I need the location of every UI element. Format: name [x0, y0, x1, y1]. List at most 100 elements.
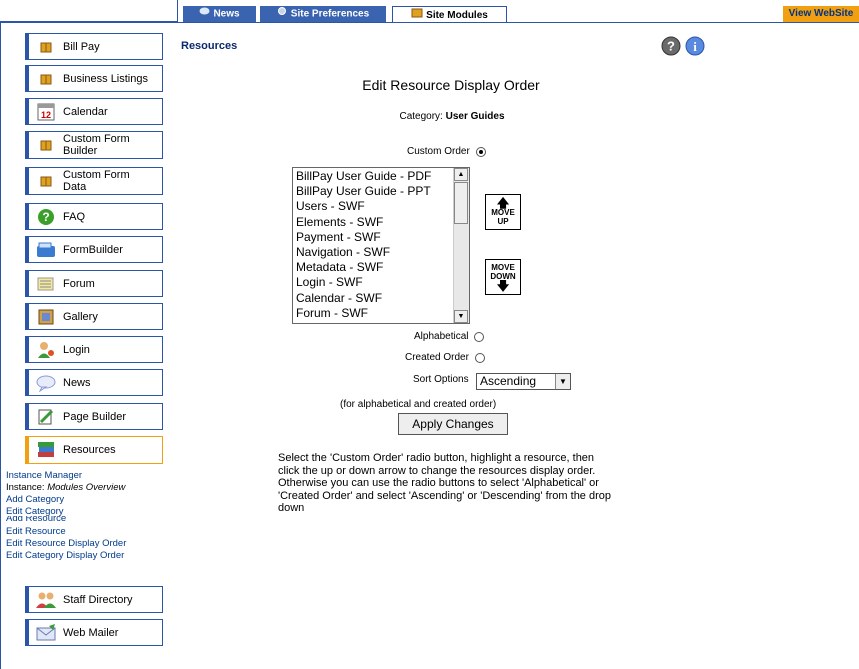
link-edit-resource[interactable]: Edit Resource	[6, 526, 66, 537]
login-icon	[35, 340, 57, 360]
module-news[interactable]: News	[25, 369, 163, 396]
box-icon	[35, 135, 57, 155]
created-order-label: Created Order	[405, 352, 469, 363]
module-formbuilder[interactable]: FormBuilder	[25, 236, 163, 263]
list-item[interactable]: Metadata - SWF	[296, 260, 431, 275]
listbox-scrollbar[interactable]: ▲ ▼	[453, 168, 469, 323]
staff-icon	[35, 590, 57, 610]
alphabetical-row: Alphabetical	[414, 331, 485, 342]
formbuilder-icon	[35, 240, 57, 260]
move-down-button[interactable]: MOVE DOWN 🡇	[485, 259, 521, 295]
tab-site-preferences[interactable]: Site Preferences	[260, 6, 386, 22]
module-label: Custom Form Data	[63, 169, 130, 193]
module-label: Resources	[63, 444, 116, 456]
resources-icon	[35, 440, 57, 460]
link-instance-manager[interactable]: Instance Manager	[6, 470, 82, 481]
move-up-button[interactable]: 🡅 MOVE UP	[485, 194, 521, 230]
module-label: FAQ	[63, 210, 86, 223]
list-item[interactable]: Payment - SWF	[296, 230, 431, 245]
module-label: Staff Directory	[63, 593, 133, 606]
list-item[interactable]: Users - SWF	[296, 199, 431, 214]
sort-order-select[interactable]: Ascending ▼	[476, 373, 571, 390]
module-label: Business Listings	[63, 72, 148, 85]
help-icon[interactable]: ?	[661, 36, 681, 59]
module-bill-pay[interactable]: Bill Pay	[25, 33, 163, 60]
category-label: Category:	[399, 111, 443, 122]
module-label: Login	[63, 343, 90, 356]
scroll-down-arrow-icon[interactable]: ▼	[454, 310, 468, 323]
sidebar: Bill Pay Business Listings 12 Calendar C…	[0, 22, 172, 669]
tab-site-modules[interactable]: Site Modules	[392, 6, 507, 22]
apply-changes-button[interactable]: Apply Changes	[398, 413, 508, 435]
list-item[interactable]: Calendar - SWF	[296, 291, 431, 306]
svg-text:12: 12	[41, 110, 51, 120]
sort-options-label-row: Sort Options	[413, 374, 469, 385]
tab-news[interactable]: News	[183, 6, 256, 22]
module-staff-directory[interactable]: Staff Directory	[25, 586, 163, 613]
instance-value: Modules Overview	[47, 482, 126, 493]
module-gallery[interactable]: Gallery	[25, 303, 163, 330]
instance-label: Instance:	[6, 482, 45, 493]
custom-order-label: Custom Order	[407, 146, 470, 157]
list-item[interactable]: BillPay User Guide - PDF	[296, 169, 431, 184]
module-business-listings[interactable]: Business Listings	[25, 65, 163, 92]
module-login[interactable]: Login	[25, 336, 163, 363]
alphabetical-radio[interactable]	[474, 331, 485, 342]
gear-icon	[277, 6, 288, 22]
module-page-builder[interactable]: Page Builder	[25, 403, 163, 430]
page-builder-icon	[35, 407, 57, 427]
info-icon[interactable]: i	[685, 36, 705, 59]
module-label: Bill Pay	[63, 40, 100, 53]
module-label: News	[63, 376, 91, 389]
forum-icon	[35, 274, 57, 294]
chevron-down-icon[interactable]: ▼	[555, 374, 570, 389]
scroll-up-arrow-icon[interactable]: ▲	[454, 168, 468, 181]
custom-order-radio[interactable]	[475, 146, 486, 157]
box-icon	[35, 37, 57, 57]
module-label: Page Builder	[63, 410, 126, 423]
module-forum[interactable]: Forum	[25, 270, 163, 297]
custom-order-row: Custom Order	[407, 146, 486, 157]
category-value: User Guides	[445, 111, 505, 122]
gallery-icon	[35, 307, 57, 327]
list-item[interactable]: BillPay User Guide - PPT	[296, 184, 431, 199]
module-calendar[interactable]: 12 Calendar	[25, 98, 163, 125]
link-add-category[interactable]: Add Category	[6, 494, 64, 505]
top-bar-left-spacer	[0, 0, 178, 22]
scroll-thumb[interactable]	[454, 182, 468, 224]
alphabetical-label: Alphabetical	[414, 331, 469, 342]
move-down-label-1: MOVE	[491, 263, 515, 272]
sort-hint: (for alphabetical and created order)	[340, 399, 497, 410]
module-resources[interactable]: Resources	[25, 436, 163, 464]
resource-order-listbox[interactable]: BillPay User Guide - PDF BillPay User Gu…	[292, 167, 470, 324]
created-order-radio[interactable]	[474, 352, 485, 363]
module-label: Forum	[63, 277, 95, 290]
link-add-resource[interactable]: Add Resource	[6, 516, 66, 524]
chat-bubble-icon	[199, 6, 210, 22]
module-faq[interactable]: ? FAQ	[25, 203, 163, 230]
tab-news-label: News	[213, 8, 240, 20]
link-edit-resource-display-order[interactable]: Edit Resource Display Order	[6, 538, 126, 549]
list-item[interactable]: Elements - SWF	[296, 215, 431, 230]
module-custom-form-builder[interactable]: Custom Form Builder	[25, 131, 163, 159]
tab-site-preferences-label: Site Preferences	[290, 8, 370, 20]
list-item[interactable]: Login - SWF	[296, 275, 431, 290]
box-icon	[411, 7, 423, 24]
module-web-mailer[interactable]: Web Mailer	[25, 619, 163, 646]
module-label: FormBuilder	[63, 243, 123, 256]
list-item[interactable]: Forum - SWF	[296, 306, 431, 321]
view-website-button[interactable]: View WebSite	[783, 6, 859, 22]
svg-text:i: i	[693, 39, 697, 54]
link-edit-category-display-order[interactable]: Edit Category Display Order	[6, 550, 124, 561]
arrow-up-icon: 🡅	[496, 196, 510, 210]
top-navigation-bar: News Site Preferences Site Modules View …	[0, 0, 859, 23]
resource-list-items: BillPay User Guide - PDF BillPay User Gu…	[296, 169, 431, 321]
help-icons: ? i	[661, 36, 705, 59]
svg-text:?: ?	[667, 39, 675, 54]
created-order-row: Created Order	[405, 352, 485, 363]
list-item[interactable]: Navigation - SWF	[296, 245, 431, 260]
module-label: Web Mailer	[63, 626, 119, 639]
module-custom-form-data[interactable]: Custom Form Data	[25, 167, 163, 195]
resources-sublinks: Instance Manager Instance: Modules Overv…	[6, 470, 126, 562]
svg-text:?: ?	[42, 210, 49, 224]
